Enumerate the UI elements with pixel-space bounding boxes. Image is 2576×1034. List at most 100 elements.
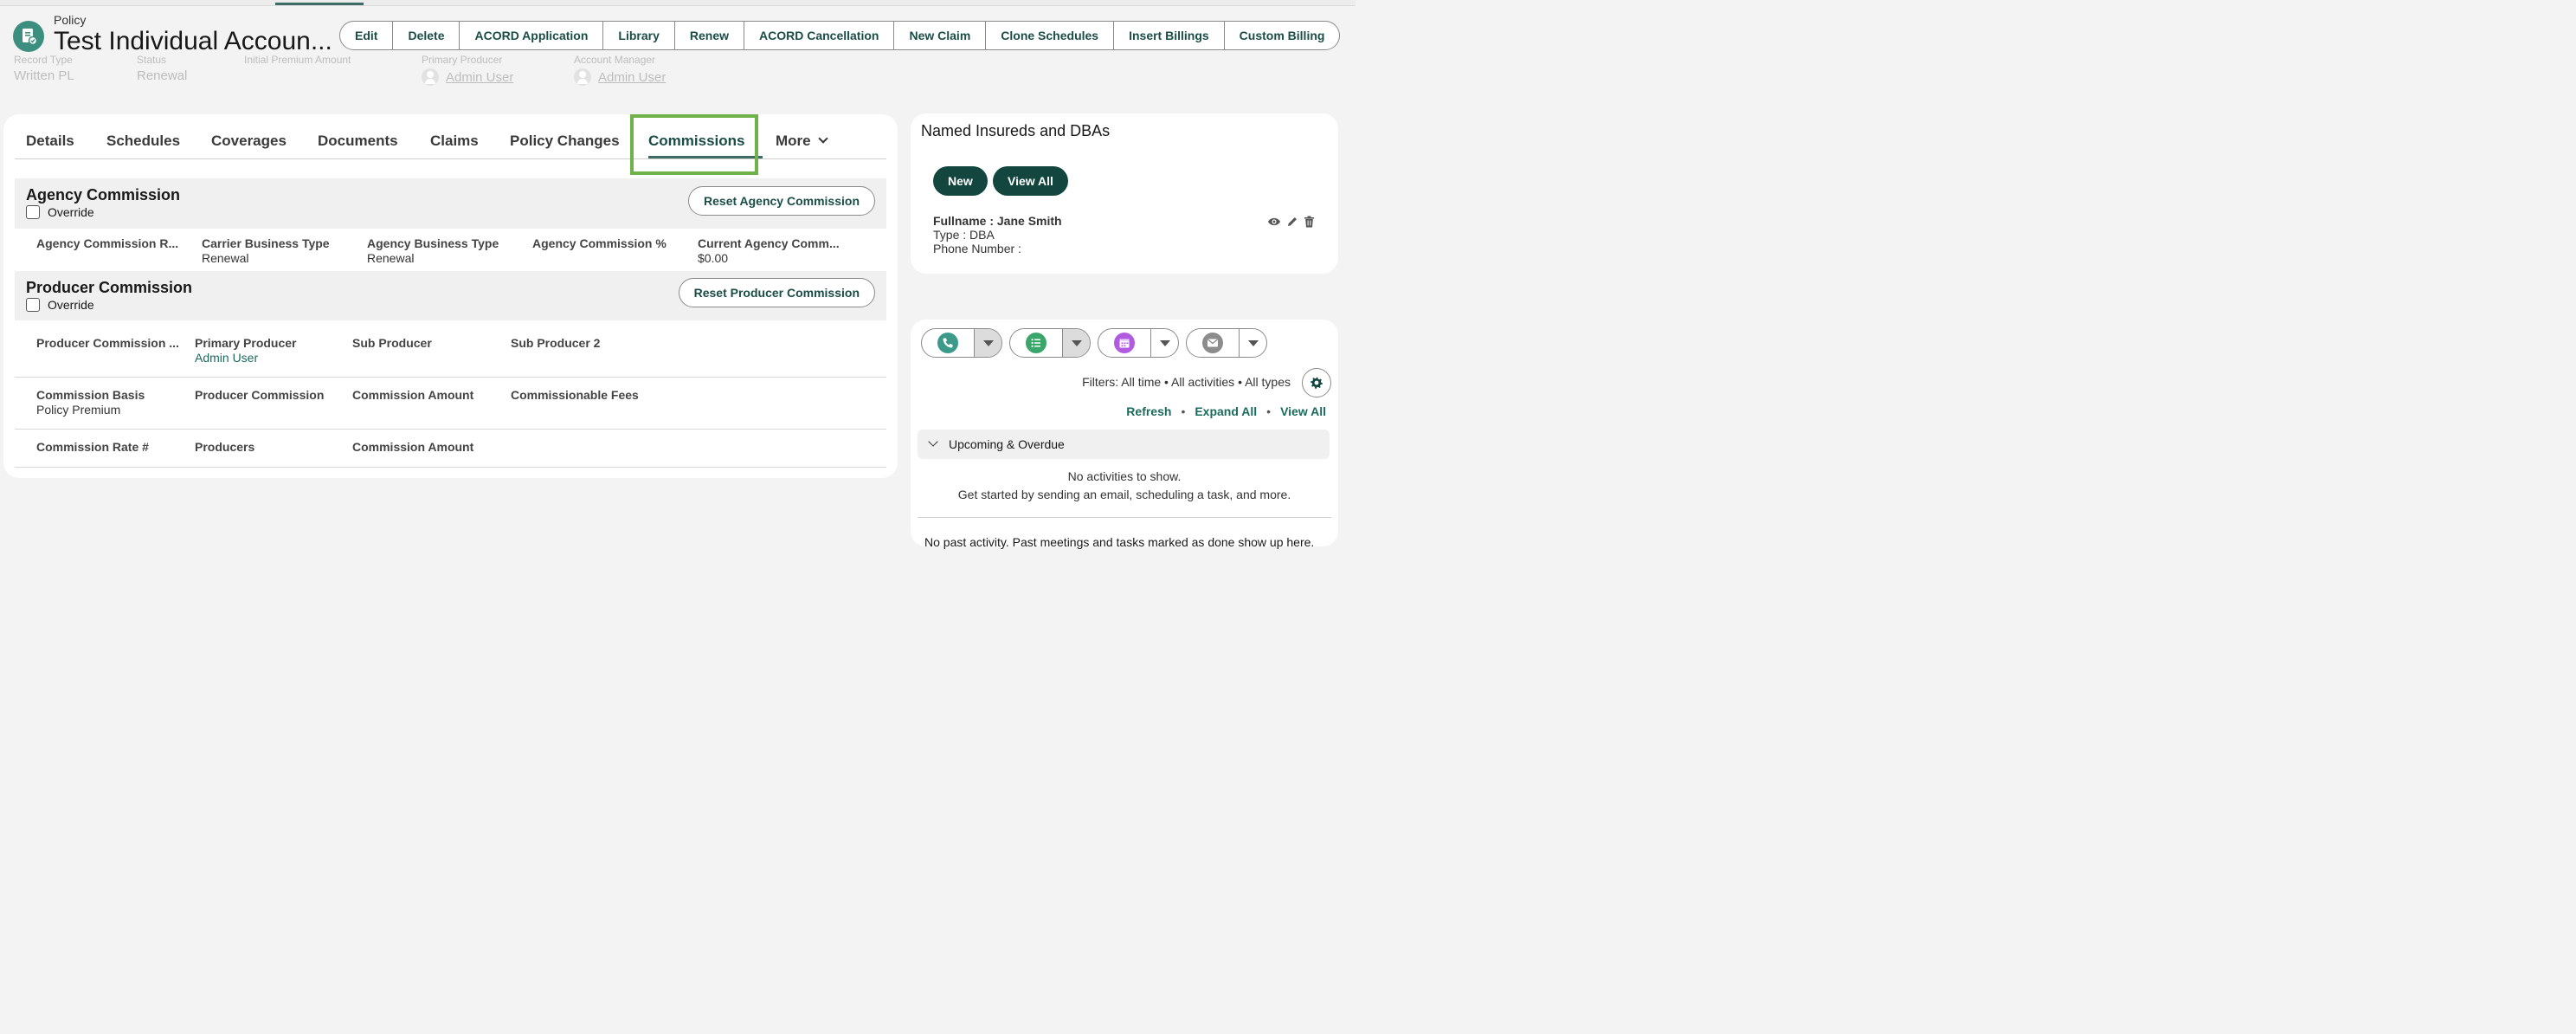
clone-schedules-button[interactable]: Clone Schedules (985, 22, 1113, 49)
email-dropdown[interactable] (1239, 329, 1266, 357)
log-call-button[interactable] (922, 329, 974, 357)
new-event-split-button (1098, 328, 1179, 358)
tab-coverages[interactable]: Coverages (211, 132, 287, 150)
commission-amount-2: Commission Amount (352, 440, 474, 454)
record-type-field: Record Type Written PL (14, 54, 74, 83)
override-label: Override (48, 298, 94, 312)
commissionable-fees: Commissionable Fees (511, 388, 639, 402)
type: Type : DBA (933, 228, 995, 242)
producer-override[interactable]: Override (26, 298, 94, 312)
producer-commission-header: Producer Commission Override Reset Produ… (15, 271, 886, 320)
primary-producer: Primary Producer Admin User (195, 336, 297, 365)
sub-producer: Sub Producer (352, 336, 432, 350)
new-button[interactable]: New (933, 166, 988, 196)
active-workspace-indicator (275, 3, 364, 5)
tab-more-label: More (776, 132, 811, 149)
email-icon (1202, 333, 1223, 353)
override-checkbox[interactable] (26, 205, 40, 219)
divider (15, 467, 886, 468)
new-task-dropdown[interactable] (1062, 329, 1090, 357)
email-button[interactable] (1187, 329, 1239, 357)
view-all-button[interactable]: View All (993, 166, 1068, 196)
avatar (422, 68, 439, 86)
initial-premium-field: Initial Premium Amount (244, 54, 351, 66)
primary-producer-link[interactable]: Admin User (446, 70, 513, 85)
new-task-split-button (1009, 328, 1091, 358)
activity-filters: Filters: All time • All activities • All… (1082, 375, 1291, 389)
tab-claims[interactable]: Claims (430, 132, 479, 150)
divider (15, 377, 886, 378)
new-event-dropdown[interactable] (1150, 329, 1178, 357)
reset-producer-commission-button[interactable]: Reset Producer Commission (678, 278, 875, 307)
primary-producer-link[interactable]: Admin User (195, 351, 297, 365)
caret-down-icon (1071, 339, 1082, 346)
producer-commission: Producer Commission ... (36, 336, 179, 350)
eye-icon[interactable] (1267, 216, 1281, 232)
account-manager-link[interactable]: Admin User (598, 70, 666, 85)
trash-icon[interactable] (1304, 216, 1315, 232)
pencil-icon[interactable] (1286, 216, 1298, 232)
upcoming-overdue-toggle[interactable]: Upcoming & Overdue (918, 430, 1330, 459)
chevron-down-icon (817, 133, 828, 144)
caret-down-icon (982, 339, 994, 346)
email-split-button (1186, 328, 1267, 358)
commission-rate: Commission Rate # (36, 440, 149, 454)
edit-button[interactable]: Edit (340, 22, 392, 49)
calendar-icon (1114, 333, 1135, 353)
library-button[interactable]: Library (602, 22, 673, 49)
override-checkbox[interactable] (26, 298, 40, 312)
card-title: Named Insureds and DBAs (921, 122, 1111, 139)
chevron-down-icon (928, 436, 938, 447)
tab-schedules[interactable]: Schedules (106, 132, 180, 150)
policy-icon (13, 21, 44, 52)
task-list-icon (1026, 333, 1046, 353)
agency-business-type: Agency Business Type Renewal (367, 236, 499, 265)
tab-details[interactable]: Details (26, 132, 74, 150)
past-activity-text: No past activity. Past meetings and task… (924, 535, 1315, 549)
page-title: Test Individual Accoun... (54, 27, 332, 55)
divider (918, 517, 1331, 518)
separator-dot: • (1266, 404, 1272, 418)
carrier-business-type: Carrier Business Type Renewal (202, 236, 330, 265)
reset-agency-commission-button[interactable]: Reset Agency Commission (688, 186, 875, 216)
tab-more[interactable]: More (776, 132, 828, 150)
current-agency-commission: Current Agency Comm... $0.00 (698, 236, 840, 265)
new-task-button[interactable] (1010, 329, 1062, 357)
agency-commission-header: Agency Commission Override Reset Agency … (15, 178, 886, 229)
acord-application-button[interactable]: ACORD Application (459, 22, 602, 49)
avatar (574, 68, 591, 86)
divider (15, 429, 886, 430)
agency-commission-rate: Agency Commission R... (36, 236, 179, 250)
new-claim-button[interactable]: New Claim (893, 22, 985, 49)
custom-billing-button[interactable]: Custom Billing (1223, 22, 1340, 49)
sub-producer-2: Sub Producer 2 (511, 336, 601, 350)
acord-cancellation-button[interactable]: ACORD Cancellation (744, 22, 893, 49)
producer-commission-value: Producer Commission (195, 388, 325, 402)
producers: Producers (195, 440, 255, 454)
agency-commission-percent: Agency Commission % (532, 236, 667, 250)
primary-producer-field: Primary Producer Admin User (422, 54, 514, 86)
view-all-link[interactable]: View All (1280, 404, 1326, 418)
expand-all-link[interactable]: Expand All (1195, 404, 1257, 418)
insert-billings-button[interactable]: Insert Billings (1113, 22, 1224, 49)
renew-button[interactable]: Renew (673, 22, 744, 49)
status-field: Status Renewal (137, 54, 188, 83)
new-event-button[interactable] (1098, 329, 1150, 357)
fullname: Fullname : Jane Smith (933, 214, 1062, 228)
section-title: Producer Commission (26, 279, 193, 296)
activity-card: Filters: All time • All activities • All… (911, 320, 1338, 549)
phone-icon (937, 333, 958, 353)
commission-amount: Commission Amount (352, 388, 474, 402)
refresh-link[interactable]: Refresh (1126, 404, 1171, 418)
caret-down-icon (1159, 339, 1170, 346)
tab-policy-changes[interactable]: Policy Changes (510, 132, 620, 150)
delete-button[interactable]: Delete (392, 22, 459, 49)
tab-documents[interactable]: Documents (318, 132, 398, 150)
phone-number: Phone Number : (933, 242, 1021, 255)
highlight-box (630, 114, 758, 175)
activity-links: Refresh • Expand All • View All (1126, 404, 1326, 418)
log-call-dropdown[interactable] (974, 329, 1001, 357)
entry-actions (1267, 216, 1315, 232)
agency-override[interactable]: Override (26, 205, 94, 219)
gear-icon[interactable] (1302, 368, 1331, 397)
